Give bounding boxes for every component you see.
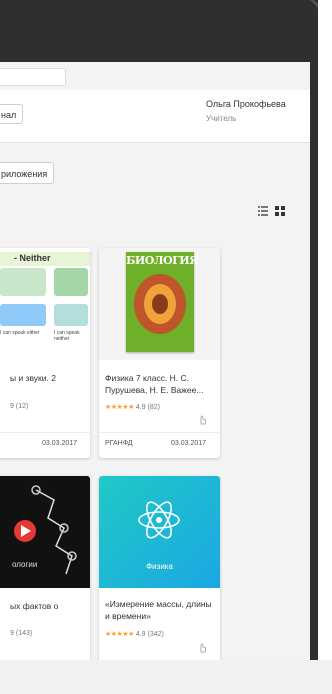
card-cover: БИОЛОГИЯ xyxy=(99,248,220,360)
play-button[interactable] xyxy=(14,520,36,542)
atom-icon xyxy=(138,501,180,539)
rating-value: 9 xyxy=(10,403,14,410)
card-publisher: РГАНФД xyxy=(105,440,133,447)
rating-value: 4.9 xyxy=(135,631,146,638)
header-left-button[interactable]: нал xyxy=(0,104,24,124)
card-rating: ★★★★★ 4.9 (82) xyxy=(105,403,160,411)
card-divider xyxy=(99,432,220,433)
rating-value: 9 xyxy=(10,630,14,637)
app-screen: нал Ольга Прокофьева Учитель риложения -… xyxy=(0,62,310,660)
card-date: 03.03.2017 xyxy=(171,440,207,447)
card-cover: ологии xyxy=(0,476,90,588)
card-rating: 9 (143) xyxy=(10,630,32,637)
course-card[interactable]: Физика «Измерение массы, длины и времени… xyxy=(99,476,220,660)
background-strip xyxy=(0,660,332,694)
rating-count: (143) xyxy=(15,630,33,637)
user-role: Учитель xyxy=(206,114,237,123)
course-card[interactable]: - Neither I can speak either I can speak… xyxy=(0,248,90,458)
grid-view-icon[interactable] xyxy=(275,206,285,216)
card-cover: Физика xyxy=(99,476,220,588)
book-cover: БИОЛОГИЯ xyxy=(126,252,199,352)
cover-label: Физика xyxy=(146,562,173,571)
card-title: Физика 7 класс. Н. С. Пурушева, Н. Е. Ва… xyxy=(105,373,204,395)
rating-stars: ★★★★★ xyxy=(105,631,134,638)
list-view-icon[interactable] xyxy=(258,206,268,216)
play-icon xyxy=(21,525,31,537)
book-title: БИОЛОГИЯ xyxy=(126,254,199,267)
browser-bar xyxy=(0,62,310,91)
cover-label: ологии xyxy=(12,560,38,569)
rating-count: (342) xyxy=(147,631,164,638)
user-name[interactable]: Ольга Прокофьева xyxy=(206,99,286,109)
card-title: ы и звуки. 2 xyxy=(10,373,56,383)
touch-icon xyxy=(200,643,207,653)
address-field[interactable] xyxy=(0,68,66,86)
touch-icon xyxy=(200,415,207,425)
card-title: «Измерение массы, длины и времени» xyxy=(105,599,212,621)
device-edge xyxy=(318,0,332,694)
card-divider xyxy=(0,432,90,433)
course-card[interactable]: ологии ых фактов о 9 (143) xyxy=(0,476,90,660)
rating-count: (12) xyxy=(15,403,29,410)
rating-stars: ★★★★★ xyxy=(105,404,134,411)
card-date: 03.03.2017 xyxy=(42,440,78,447)
course-card[interactable]: БИОЛОГИЯ Физика 7 класс. Н. С. Пурушева,… xyxy=(99,248,220,458)
rating-value: 4.9 xyxy=(135,404,146,411)
cover-text: - Neither xyxy=(14,253,51,263)
apps-button[interactable]: риложения xyxy=(0,162,55,184)
cover-text: I can speak neither xyxy=(54,330,80,342)
card-rating: 9 (12) xyxy=(10,403,28,410)
rating-count: (82) xyxy=(147,404,160,411)
card-cover: - Neither I can speak either I can speak… xyxy=(0,248,90,360)
card-rating: ★★★★★ 4.9 (342) xyxy=(105,630,164,638)
card-title: ых фактов о xyxy=(10,601,59,611)
page-header: нал xyxy=(0,90,310,143)
cover-text: I can speak either xyxy=(0,330,40,336)
